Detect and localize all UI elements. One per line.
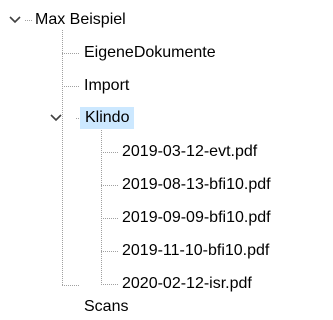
tree-node-label[interactable]: EigeneDokumente	[82, 42, 218, 64]
tree-node-label[interactable]: 2019-11-10-bfi10.pdf	[120, 240, 271, 262]
tree-node-label[interactable]: 2019-08-13-bfi10.pdf	[120, 174, 273, 196]
tree-node-label[interactable]: Scans	[82, 296, 130, 318]
folder-tree: Max Beispiel EigeneDokumente Import Klin…	[0, 0, 333, 320]
chevron-down-icon[interactable]	[48, 110, 64, 126]
tree-node-label[interactable]: Import	[82, 75, 131, 97]
chevron-down-icon[interactable]	[7, 12, 23, 28]
tree-node-label[interactable]: 2020-02-12-isr.pdf	[120, 273, 254, 295]
tree-node-label[interactable]: Max Beispiel	[33, 9, 128, 31]
tree-node-label-selected[interactable]: Klindo	[80, 107, 135, 129]
tree-node-label[interactable]: 2019-03-12-evt.pdf	[120, 141, 259, 163]
tree-node-label[interactable]: 2019-09-09-bfi10.pdf	[120, 207, 273, 229]
